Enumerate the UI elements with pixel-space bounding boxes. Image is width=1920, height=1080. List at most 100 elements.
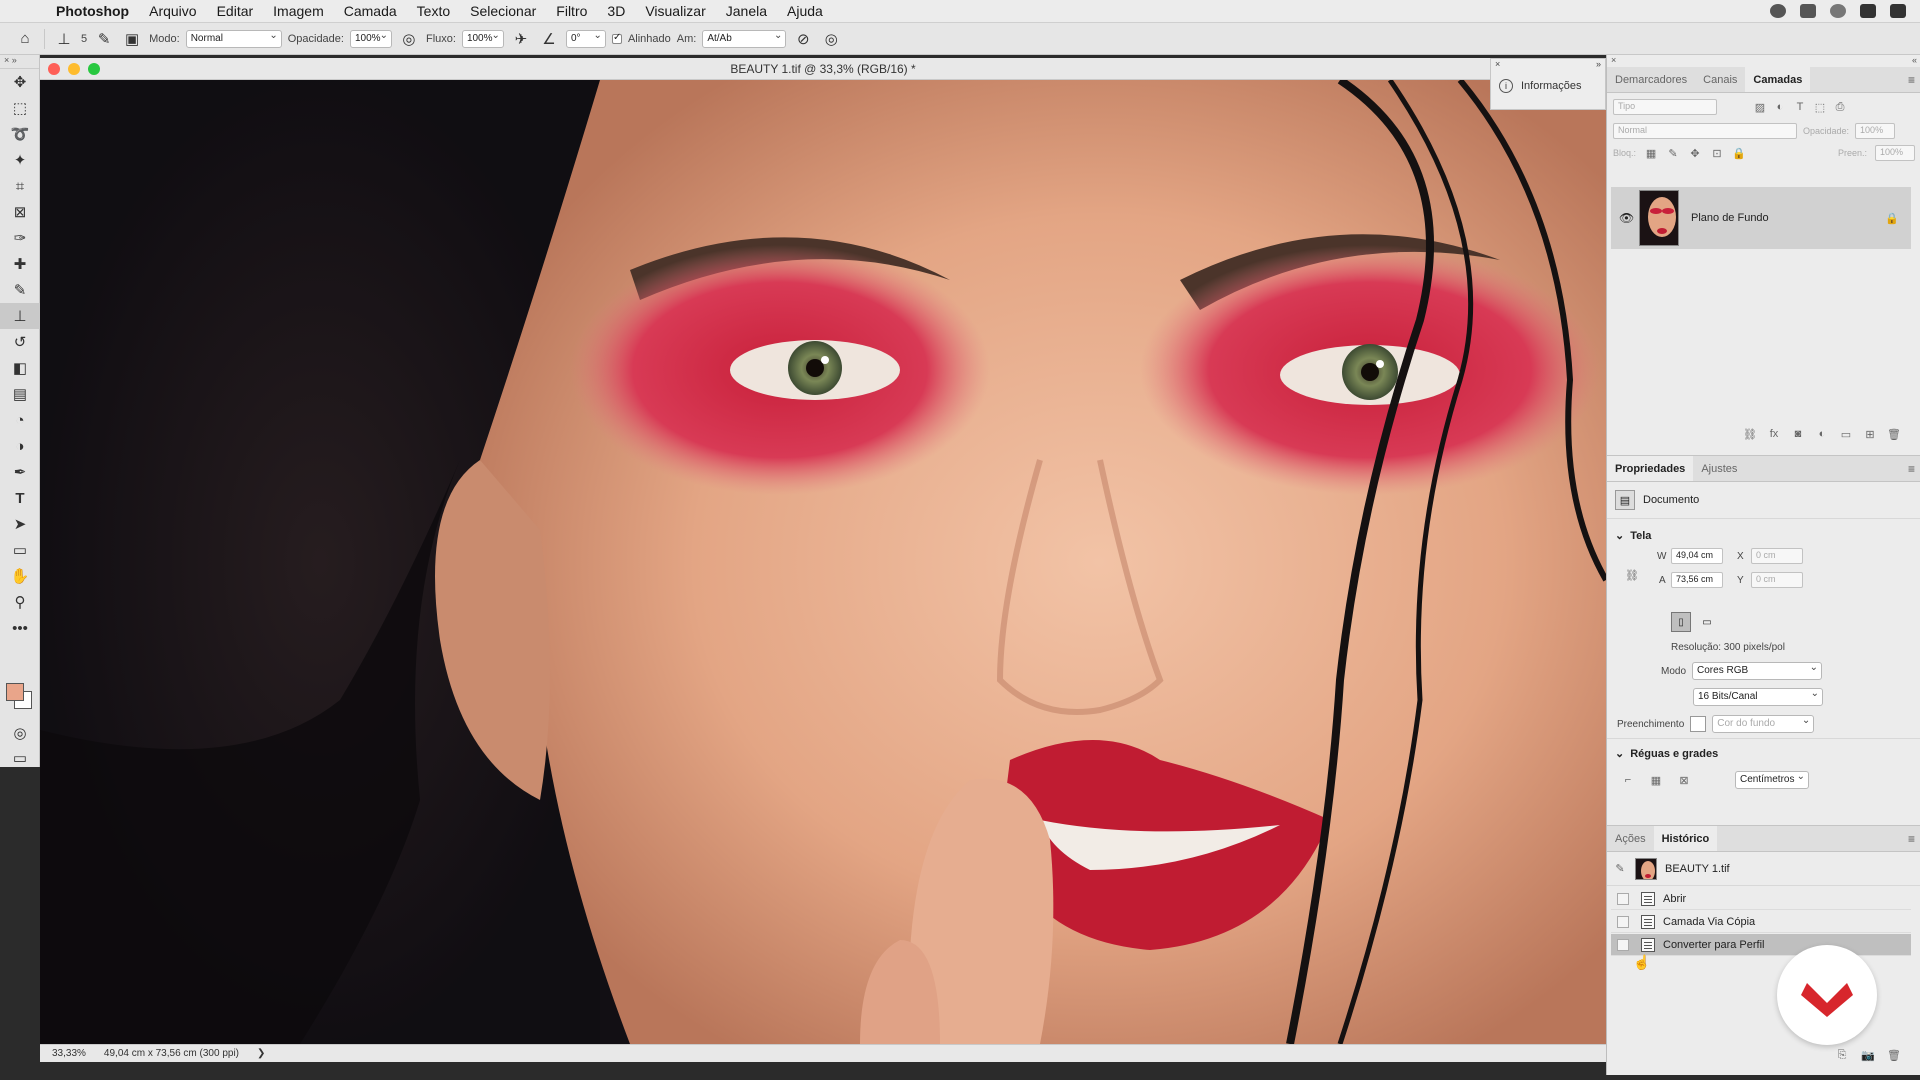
filter-shape-icon[interactable]: ⬚ xyxy=(1813,100,1827,114)
lock-position-icon[interactable]: ✥ xyxy=(1688,146,1702,160)
filter-pixel-icon[interactable]: ▨ xyxy=(1753,100,1767,114)
magic-wand-tool-icon[interactable]: ✦ xyxy=(0,147,40,173)
y-field[interactable]: 0 cm xyxy=(1751,572,1803,588)
type-tool-icon[interactable]: T xyxy=(0,485,40,511)
image-canvas[interactable] xyxy=(40,80,1606,1044)
foreground-color-swatch[interactable] xyxy=(6,683,24,701)
delete-state-icon[interactable]: 🗑 xyxy=(1887,1048,1901,1062)
menu-ajuda[interactable]: Ajuda xyxy=(777,3,833,19)
menu-3d[interactable]: 3D xyxy=(597,3,635,19)
fill-field[interactable]: 100% xyxy=(1875,145,1915,161)
creative-cloud-icon[interactable] xyxy=(1830,4,1846,18)
pressure-opacity-icon[interactable]: ◎ xyxy=(398,28,420,50)
frame-tool-icon[interactable]: ⊠ xyxy=(0,199,40,225)
new-document-from-state-icon[interactable]: ⎘ xyxy=(1835,1048,1849,1062)
rulers-section-header[interactable]: ⌄ Réguas e grades xyxy=(1607,738,1920,766)
menu-photoshop[interactable]: Photoshop xyxy=(46,3,139,19)
clone-stamp-preset-icon[interactable]: ⊥ xyxy=(53,28,75,50)
lasso-tool-icon[interactable]: ➰ xyxy=(0,121,40,147)
angle-icon[interactable]: ∠ xyxy=(538,28,560,50)
close-icon[interactable]: × xyxy=(1611,55,1616,67)
tab-canais[interactable]: Canais xyxy=(1695,67,1745,92)
status-expand-icon[interactable]: ❯ xyxy=(257,1048,265,1059)
flow-select[interactable]: 100% xyxy=(461,29,504,48)
layer-row-background[interactable]: 👁 Plano de Fundo 🔒 xyxy=(1611,187,1911,249)
brush-settings-icon[interactable]: ✎ xyxy=(93,28,115,50)
crop-tool-icon[interactable]: ⌗ xyxy=(0,173,40,199)
clone-stamp-tool-icon[interactable]: ⊥ xyxy=(0,303,40,329)
portrait-orientation-icon[interactable]: ▯ xyxy=(1671,612,1691,632)
tab-propriedades[interactable]: Propriedades xyxy=(1607,456,1694,481)
panel-menu-icon[interactable]: ≡ xyxy=(1908,462,1915,476)
pen-tool-icon[interactable]: ✒ xyxy=(0,459,40,485)
lock-image-icon[interactable]: ✎ xyxy=(1666,146,1680,160)
lock-transparent-icon[interactable]: ▦ xyxy=(1644,146,1658,160)
filter-adjustment-icon[interactable]: ◐ xyxy=(1773,100,1787,114)
snapshot-name[interactable]: BEAUTY 1.tif xyxy=(1665,863,1730,875)
quick-mask-icon[interactable]: ◎ xyxy=(0,720,40,746)
screen-mode-icon[interactable]: ▭ xyxy=(0,745,40,771)
path-selection-tool-icon[interactable]: ➤ xyxy=(0,511,40,537)
menu-imagem[interactable]: Imagem xyxy=(263,3,334,19)
lock-all-icon[interactable]: 🔒 xyxy=(1732,146,1746,160)
delete-layer-icon[interactable]: 🗑 xyxy=(1887,427,1901,441)
history-item[interactable]: Abrir xyxy=(1611,888,1911,910)
close-icon[interactable]: × xyxy=(1495,59,1500,71)
panel-menu-icon[interactable]: ≡ xyxy=(1908,73,1915,87)
layer-thumbnail[interactable] xyxy=(1639,190,1679,246)
add-mask-icon[interactable]: ◙ xyxy=(1791,427,1805,441)
hand-tool-icon[interactable]: ✋ xyxy=(0,563,40,589)
landscape-orientation-icon[interactable]: ▭ xyxy=(1697,612,1717,632)
history-item[interactable]: Camada Via Cópia xyxy=(1611,911,1911,933)
panel-menu-icon[interactable]: ≡ xyxy=(1908,832,1915,846)
link-dimensions-icon[interactable]: ⛓ xyxy=(1625,568,1639,582)
color-mode-select[interactable]: Cores RGB xyxy=(1692,662,1823,680)
menu-arquivo[interactable]: Arquivo xyxy=(139,3,206,19)
zoom-tool-icon[interactable]: ⚲ xyxy=(0,589,40,615)
cmd-icon[interactable] xyxy=(1800,4,1816,18)
canvas-section-header[interactable]: ⌄ Tela xyxy=(1607,519,1920,548)
gradient-tool-icon[interactable]: ▤ xyxy=(0,381,40,407)
layer-opacity-field[interactable]: 100% xyxy=(1855,123,1896,139)
upload-icon[interactable] xyxy=(1860,4,1876,18)
lock-artboard-icon[interactable]: ⊡ xyxy=(1710,146,1724,160)
eraser-tool-icon[interactable]: ◧ xyxy=(0,355,40,381)
brush-size[interactable]: 5 xyxy=(81,33,87,45)
menu-filtro[interactable]: Filtro xyxy=(546,3,597,19)
ignore-adjustment-layers-icon[interactable]: ⊘ xyxy=(792,28,814,50)
menu-selecionar[interactable]: Selecionar xyxy=(460,3,546,19)
new-adjustment-layer-icon[interactable]: ◐ xyxy=(1815,427,1829,441)
history-brush-source-icon[interactable]: ✎ xyxy=(1613,862,1627,876)
blend-mode-select[interactable]: Normal xyxy=(1613,123,1797,139)
collapse-icon[interactable]: » xyxy=(1596,59,1601,71)
blur-tool-icon[interactable]: ◔ xyxy=(0,407,40,433)
visibility-eye-icon[interactable]: 👁 xyxy=(1619,211,1634,225)
tab-camadas[interactable]: Camadas xyxy=(1745,67,1811,92)
tab-historico[interactable]: Histórico xyxy=(1653,826,1718,851)
menu-visualizar[interactable]: Visualizar xyxy=(635,3,715,19)
tab-ajustes[interactable]: Ajustes xyxy=(1693,456,1745,481)
link-layers-icon[interactable]: ⛓ xyxy=(1743,427,1757,441)
panel-dock-header[interactable]: × « xyxy=(1607,55,1920,67)
rectangle-tool-icon[interactable]: ▭ xyxy=(0,537,40,563)
more-tools-icon[interactable]: ••• xyxy=(0,615,40,641)
info-panel-label[interactable]: Informações xyxy=(1521,80,1582,92)
new-layer-icon[interactable]: ⊞ xyxy=(1863,427,1877,441)
new-snapshot-icon[interactable]: 📷 xyxy=(1861,1048,1875,1062)
home-icon[interactable]: ⌂ xyxy=(14,28,36,50)
tab-demarcadores[interactable]: Demarcadores xyxy=(1607,67,1695,92)
menu-texto[interactable]: Texto xyxy=(407,3,460,19)
toolbar-header[interactable]: × » xyxy=(0,55,39,69)
volume-icon[interactable] xyxy=(1890,4,1906,18)
fill-select[interactable]: Cor do fundo xyxy=(1712,715,1815,733)
fill-color-swatch[interactable] xyxy=(1690,716,1707,732)
mode-select[interactable]: Normal xyxy=(185,29,282,48)
filter-smart-object-icon[interactable]: ⎙ xyxy=(1833,100,1847,114)
tab-acoes[interactable]: Ações xyxy=(1607,826,1654,851)
width-field[interactable]: 49,04 cm xyxy=(1671,548,1723,564)
airbrush-icon[interactable]: ✈ xyxy=(510,28,532,50)
opacity-select[interactable]: 100% xyxy=(349,29,392,48)
layer-name[interactable]: Plano de Fundo xyxy=(1691,212,1769,224)
history-source-checkbox[interactable] xyxy=(1617,892,1629,905)
dodge-tool-icon[interactable]: ◑ xyxy=(0,433,40,459)
